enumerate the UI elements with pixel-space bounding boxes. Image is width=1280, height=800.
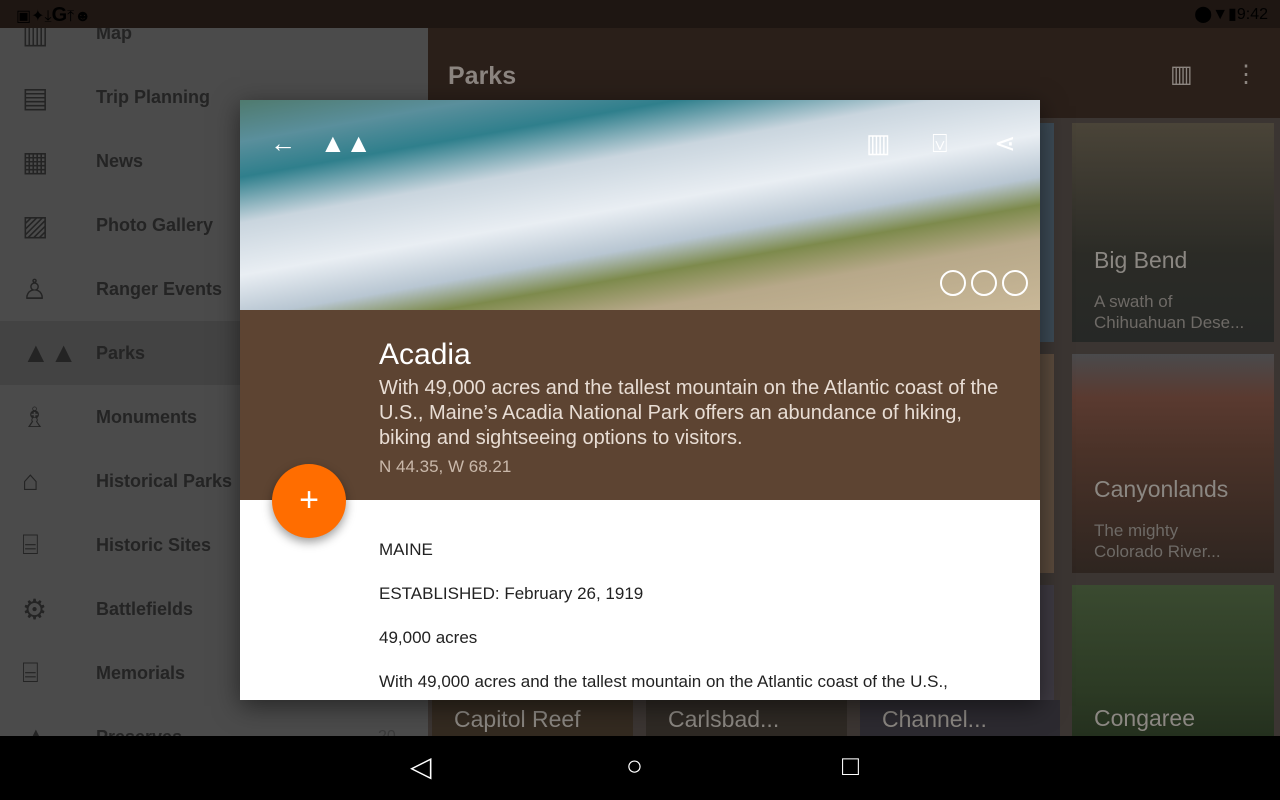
google-icon: G [51, 4, 68, 26]
back-icon[interactable]: ◁ [410, 750, 432, 783]
luggage-icon: ▤ [22, 81, 49, 113]
photo-icon: ▨ [22, 209, 49, 241]
drawer-item-preserves[interactable]: ▲Preserves 20 [0, 705, 428, 736]
park-tile-big-bend[interactable]: Big Bend A swath of Chihuahuan Dese... [1072, 123, 1274, 342]
drawer-item-label: Ranger Events [96, 278, 223, 299]
drawer-item-label: Photo Gallery [96, 214, 214, 235]
battery-charging-icon: ▮ [1228, 6, 1237, 23]
tile-title: Congaree [1094, 705, 1196, 731]
cannon-icon: ⚙ [22, 593, 48, 625]
park-tile-carlsbad[interactable]: Carlsbad... [646, 700, 847, 736]
tile-desc: A swath of [1094, 292, 1173, 311]
park-tile-congaree[interactable]: Congaree [1072, 585, 1274, 736]
newspaper-icon: ▦ [22, 145, 49, 177]
status-right-icons: ⬤▼▮9:42 [1194, 4, 1268, 24]
tile-title: Channel... [882, 706, 987, 732]
image-icon: ▣ [16, 8, 32, 25]
drawer-item-label: Monuments [96, 406, 197, 427]
tile-title: Canyonlands [1094, 476, 1229, 502]
drawer-item-count: 20 [378, 728, 396, 736]
park-established: ESTABLISHED: February 26, 1919 [379, 584, 644, 603]
share-icon[interactable]: ⋖ [994, 128, 1016, 159]
page-dot[interactable] [940, 270, 966, 296]
tile-title: Capitol Reef [454, 706, 581, 732]
system-nav-bar: ◁ ○ □ [0, 736, 1280, 800]
drawer-item-label: Memorials [96, 662, 186, 683]
map-icon[interactable]: ▥ [1170, 60, 1193, 89]
park-detail-dialog: ← ▲▲ ▥ ⍌ ⋖ Acadia With 49,000 acres and … [240, 100, 1040, 700]
drawer-item-label: Trip Planning [96, 86, 211, 107]
trees-icon: ▲▲ [22, 337, 78, 368]
park-coordinates: N 44.35, W 68.21 [379, 457, 512, 476]
more-vert-icon[interactable]: ⋮ [1234, 60, 1258, 89]
add-fab-button[interactable]: + [272, 464, 346, 538]
page-dot[interactable] [971, 270, 997, 296]
tree-icon: ▲ [0, 721, 96, 736]
park-state: MAINE [379, 540, 433, 559]
park-area: 49,000 acres [379, 628, 478, 647]
status-bar [0, 0, 1280, 28]
park-description: With 49,000 acres and the tallest mounta… [379, 377, 999, 449]
park-body-text: With 49,000 acres and the tallest mounta… [379, 672, 948, 691]
ranger-icon: ♙ [22, 273, 48, 305]
android-icon: ☻ [74, 8, 92, 25]
drawer-item-label: Historical Parks [96, 470, 233, 491]
building-icon: ⌸ [22, 528, 39, 560]
page-title: Parks [448, 62, 517, 90]
wifi-icon: ▼ [1212, 6, 1229, 23]
tile-desc: The mighty [1094, 521, 1179, 540]
drawer-item-label: News [96, 150, 144, 171]
home-icon[interactable]: ○ [626, 750, 643, 782]
park-hero-image[interactable]: ← ▲▲ ▥ ⍌ ⋖ [240, 100, 1040, 310]
park-details: MAINE ESTABLISHED: February 26, 1919 49,… [379, 540, 1019, 700]
drawer-item-label: Historic Sites [96, 534, 212, 555]
park-tile-channel[interactable]: Channel... [860, 700, 1060, 736]
drawer-item-label: Battlefields [96, 598, 194, 619]
image-page-indicator[interactable] [940, 270, 1028, 296]
clock: 9:42 [1236, 6, 1268, 23]
drawer-item-label: Preserves [96, 727, 182, 737]
trees-icon: ▲▲ [320, 128, 372, 158]
location-icon: ⬤ [1194, 6, 1213, 23]
tile-desc: Chihuahuan Dese... [1094, 313, 1245, 332]
park-tile-capitol-reef[interactable]: Capitol Reef [432, 700, 633, 736]
tile-title: Big Bend [1094, 247, 1188, 273]
map-icon[interactable]: ▥ [866, 128, 891, 159]
status-left-icons: ▣✦⤓G⤒☻ [16, 4, 91, 27]
house-trees-icon: ⌂ [22, 465, 39, 496]
park-tile-partial [1040, 123, 1054, 342]
memorial-icon: ⌸ [22, 656, 39, 688]
bookmark-icon[interactable]: ⍌ [932, 128, 948, 160]
back-arrow-icon[interactable]: ← [270, 128, 296, 159]
recents-icon[interactable]: □ [842, 750, 859, 782]
notification-icon: ✦ [31, 8, 45, 25]
park-tile-canyonlands[interactable]: Canyonlands The mighty Colorado River... [1072, 354, 1274, 573]
statue-icon: ♗ [22, 401, 48, 433]
download-icon: ⤓ [44, 8, 52, 25]
page-dot[interactable] [1002, 270, 1028, 296]
drawer-item-label: Parks [96, 342, 146, 363]
tile-title: Carlsbad... [668, 706, 780, 732]
tile-desc: Colorado River... [1094, 542, 1221, 561]
park-summary: Acadia With 49,000 acres and the tallest… [240, 310, 1040, 500]
park-title: Acadia [379, 338, 471, 371]
park-tile-partial [1040, 354, 1054, 573]
